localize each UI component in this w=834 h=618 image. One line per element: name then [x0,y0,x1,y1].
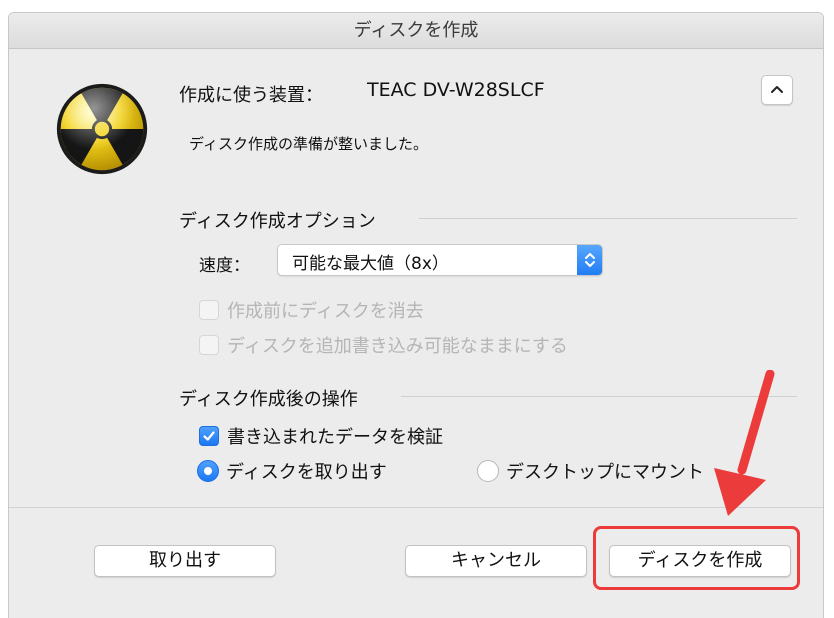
red-arrow-icon [714,370,775,516]
device-label: 作成に使う装置： [179,85,323,106]
status-text: ディスク作成の準備が整いました。 [189,135,428,153]
after-section-title: ディスク作成後の操作 [179,389,358,410]
erase-option[interactable]: 作成前にディスクを消去 [199,297,424,323]
cancel-button[interactable]: キャンセル [405,545,587,577]
collapse-button[interactable] [761,75,793,105]
verify-label: 書き込まれたデータを検証 [227,427,443,448]
appendable-option[interactable]: ディスクを追加書き込み可能なままにする [199,332,568,358]
verify-option[interactable]: 書き込まれたデータを検証 [199,423,443,449]
appendable-label: ディスクを追加書き込み可能なままにする [227,336,568,357]
mount-radio-option[interactable]: デスクトップにマウント [477,458,704,484]
options-section-title: ディスク作成オプション [179,211,376,232]
eject-radio-label: ディスクを取り出す [226,462,387,483]
appendable-checkbox[interactable] [199,335,219,355]
mount-radio[interactable] [477,460,499,482]
erase-checkbox[interactable] [199,300,219,320]
window-title: ディスクを作成 [9,13,823,49]
eject-button[interactable]: 取り出す [94,545,276,577]
erase-label: 作成前にディスクを消去 [227,301,424,322]
verify-checkbox[interactable] [199,426,219,446]
speed-label: 速度： [199,256,250,276]
speed-select[interactable]: 可能な最大値（8x） [277,244,603,276]
radiation-burn-icon [56,83,148,175]
mount-radio-label: デスクトップにマウント [506,462,704,483]
eject-radio-option[interactable]: ディスクを取り出す [197,458,387,484]
up-down-chevron-icon [577,245,602,275]
eject-radio[interactable] [197,460,219,482]
burn-button-highlight [593,526,800,590]
speed-select-value: 可能な最大値（8x） [292,254,449,274]
chevron-up-icon [771,86,783,93]
options-divider [419,218,797,219]
device-name: TEAC DV-W28SLCF [367,79,545,101]
checkmark-icon [203,431,215,441]
